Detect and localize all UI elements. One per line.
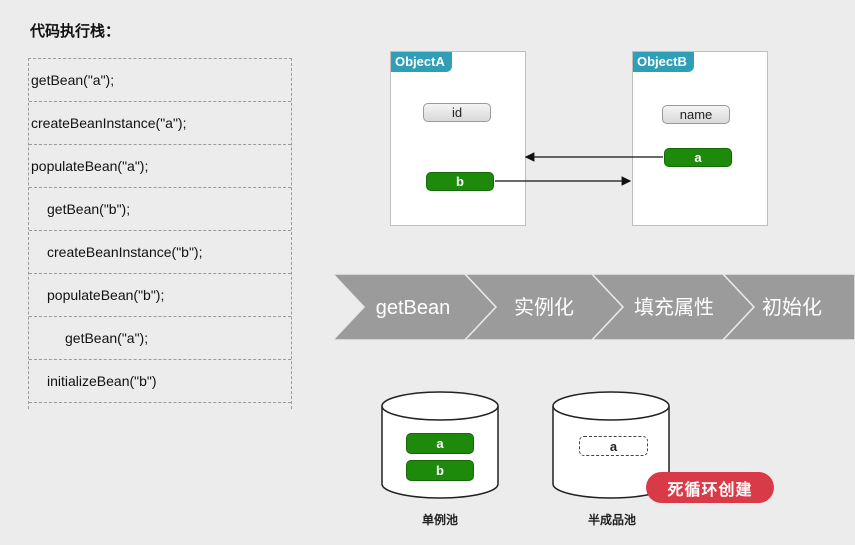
flow-chevrons: getBean 实例化 填充属性 初始化 (331, 273, 855, 341)
stack-row-text: populateBean("a"); (31, 158, 149, 174)
execution-stack: getBean("a"); createBeanInstance("a"); p… (28, 58, 292, 409)
diagram-canvas: 代码执行栈： getBean("a"); createBeanInstance(… (0, 0, 855, 545)
stack-row: getBean("a"); (29, 317, 291, 360)
flow-label-instantiate: 实例化 (514, 296, 574, 319)
stack-row: initializeBean("b") (29, 360, 291, 403)
stack-row-text: getBean("b"); (47, 201, 131, 217)
flow-step-instantiate (463, 273, 625, 341)
stack-row-text: getBean("a"); (31, 72, 115, 88)
object-a-field-b: b (426, 172, 494, 191)
singleton-pool-label: 单例池 (421, 513, 458, 527)
singleton-item-a: a (406, 433, 474, 454)
flow-label-populate: 填充属性 (634, 296, 714, 319)
stack-row: getBean("a"); (29, 59, 291, 102)
object-b-field-name: name (662, 105, 730, 124)
stack-row: getBean("b"); (29, 188, 291, 231)
stack-title: 代码执行栈： (30, 22, 121, 40)
object-a-title: ObjectA (391, 52, 452, 72)
stack-row-text: getBean("a"); (65, 330, 149, 346)
singleton-item-b: b (406, 460, 474, 481)
dead-loop-badge: 死循环创建 (646, 472, 774, 503)
object-a-box: ObjectA id b (390, 51, 526, 226)
stack-row-text: createBeanInstance("b"); (47, 244, 203, 260)
flow-step-populate (590, 273, 756, 341)
stack-row-text: initializeBean("b") (47, 373, 157, 389)
object-a-field-id: id (423, 103, 491, 122)
object-b-title: ObjectB (633, 52, 694, 72)
object-b-box: ObjectB name a (632, 51, 768, 226)
flow-step-getbean (331, 273, 498, 341)
flow-label-getbean: getBean (376, 297, 451, 319)
stack-row: createBeanInstance("b"); (29, 231, 291, 274)
flow-label-initialize: 初始化 (762, 296, 822, 319)
stack-row: populateBean("b"); (29, 274, 291, 317)
stack-row: populateBean("a"); (29, 145, 291, 188)
stack-row-text: createBeanInstance("a"); (31, 115, 187, 131)
early-item-a: a (579, 436, 648, 456)
stack-row: createBeanInstance("a"); (29, 102, 291, 145)
flow-step-initialize (721, 273, 855, 341)
stack-row-text: populateBean("b"); (47, 287, 165, 303)
object-b-field-a: a (664, 148, 732, 167)
early-pool-label: 半成品池 (587, 513, 636, 527)
